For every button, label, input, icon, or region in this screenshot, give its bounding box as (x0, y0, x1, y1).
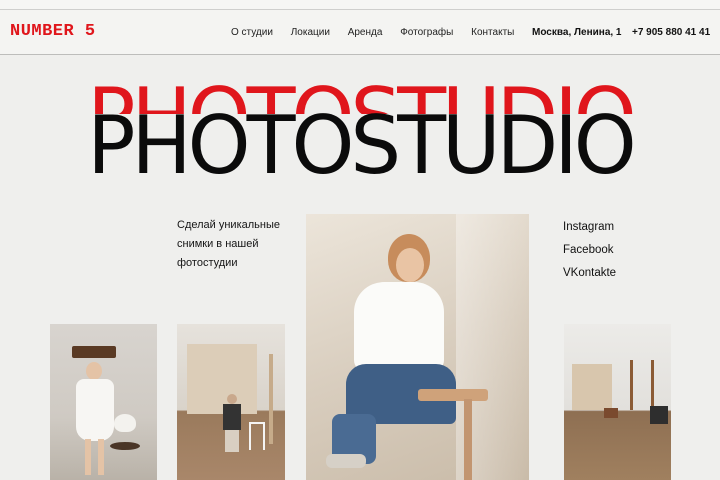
hero-title-black: PHOTOSTUDIO (87, 99, 637, 192)
social-link-facebook[interactable]: Facebook (563, 239, 616, 262)
social-link-instagram[interactable]: Instagram (563, 216, 616, 239)
photo-woman-laughing (306, 214, 529, 480)
nav-item-about[interactable]: О студии (231, 27, 273, 38)
nav-item-rent[interactable]: Аренда (348, 27, 383, 38)
photo-woman-white-dress (50, 324, 157, 480)
site-header: NUMBER 5 О студии Локации Аренда Фотогра… (0, 10, 720, 55)
social-link-vkontakte[interactable]: VKontakte (563, 262, 616, 285)
nav-item-photographers[interactable]: Фотографы (400, 27, 453, 38)
photo-studio-set (177, 324, 285, 480)
nav-item-contacts[interactable]: Контакты (471, 27, 514, 38)
tagline: Сделай уникальные снимки в нашей фотосту… (177, 216, 297, 273)
hero-title: PHOTOSTUDIO PHOTOSTUDIO (0, 78, 720, 198)
tagline-line: фотостудии (177, 257, 238, 269)
address: Москва, Ленина, 1 (532, 27, 622, 38)
phone-number[interactable]: +7 905 880 41 41 (632, 27, 710, 38)
tagline-line: снимки в нашей (177, 238, 259, 250)
tagline-line: Сделай уникальные (177, 219, 280, 231)
photo-studio-interior (564, 324, 671, 480)
nav-item-locations[interactable]: Локации (291, 27, 330, 38)
social-links: Instagram Facebook VKontakte (563, 216, 616, 285)
logo[interactable]: NUMBER 5 (10, 22, 96, 41)
browser-top-strip (0, 0, 720, 10)
main-nav: О студии Локации Аренда Фотографы Контак… (231, 27, 529, 38)
